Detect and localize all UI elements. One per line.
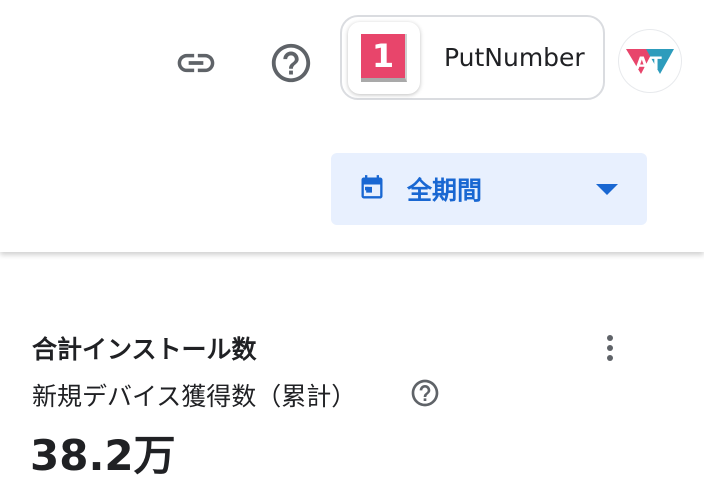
metric-value: 38.2万: [30, 431, 176, 480]
link-button[interactable]: [170, 37, 222, 89]
avatar-logo: AT: [626, 49, 674, 74]
date-range-selector[interactable]: 全期間: [331, 153, 647, 225]
help-circle-icon: [411, 379, 439, 407]
installs-card: 合計インストール数 新規デバイス獲得数（累計） 38.2万: [0, 252, 704, 504]
account-avatar[interactable]: AT: [619, 30, 681, 92]
app-selector[interactable]: 1 PutNumber: [340, 15, 605, 100]
metric-help-button[interactable]: [409, 377, 441, 409]
app-icon: 1: [361, 33, 407, 82]
page: 1 PutNumber AT 全期間 合計インストール数 新規デバイス獲得数（累…: [0, 0, 704, 504]
date-range-label: 全期間: [407, 176, 483, 205]
avatar-initials: AT: [635, 54, 664, 74]
help-button[interactable]: [265, 37, 317, 89]
app-name: PutNumber: [444, 43, 585, 72]
more-options-button[interactable]: [592, 328, 628, 368]
metric-label: 新規デバイス獲得数（累計）: [32, 382, 357, 411]
more-vertical-icon: [607, 335, 613, 361]
link-icon: [177, 53, 215, 73]
app-icon-frame: 1: [348, 21, 420, 94]
chevron-down-icon: [596, 184, 618, 195]
calendar-icon: [361, 175, 383, 199]
card-title: 合計インストール数: [32, 335, 257, 364]
top-bar: 1 PutNumber AT 全期間: [0, 0, 704, 252]
help-circle-icon: [271, 43, 311, 83]
